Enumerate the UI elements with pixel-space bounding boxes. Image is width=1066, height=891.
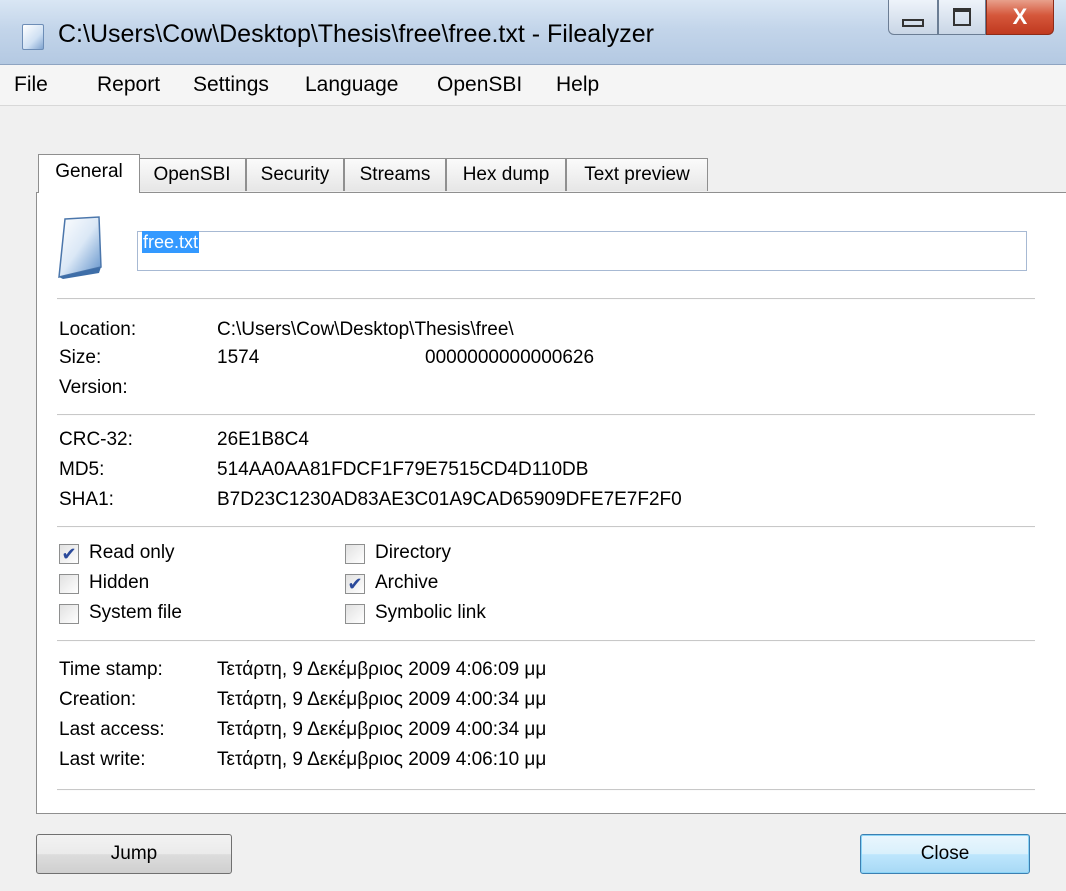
location-value: C:\Users\Cow\Desktop\Thesis\free\ [217, 319, 514, 340]
md5-value: 514AA0AA81FDCF1F79E7515CD4D110DB [217, 459, 589, 480]
jump-button[interactable]: Jump [36, 834, 232, 874]
title-bar: C:\Users\Cow\Desktop\Thesis\free\free.tx… [0, 0, 1066, 65]
close-button[interactable]: Close [860, 834, 1030, 874]
last-access-value: Τετάρτη, 9 Δεκέμβριος 2009 4:00:34 μμ [217, 719, 547, 740]
archive-checkbox[interactable]: ✔ [345, 574, 365, 594]
tab-streams[interactable]: Streams [344, 158, 446, 191]
last-write-label: Last write: [59, 749, 146, 770]
minimize-icon [902, 19, 924, 27]
tab-general[interactable]: General [38, 154, 140, 193]
minimize-button[interactable] [888, 0, 938, 35]
sha1-value: B7D23C1230AD83AE3C01A9CAD65909DFE7E7F2F0 [217, 489, 682, 510]
file-name-field[interactable]: free.txt [137, 231, 1027, 271]
menu-report[interactable]: Report [97, 73, 160, 97]
read-only-checkbox[interactable]: ✔ [59, 544, 79, 564]
maximize-button[interactable] [938, 0, 986, 35]
divider [57, 789, 1035, 791]
creation-value: Τετάρτη, 9 Δεκέμβριος 2009 4:00:34 μμ [217, 689, 547, 710]
symbolic-link-label: Symbolic link [375, 602, 486, 623]
directory-label: Directory [375, 542, 452, 563]
menu-opensbi[interactable]: OpenSBI [437, 73, 522, 97]
size-value: 1574 [217, 347, 260, 368]
directory-checkbox[interactable] [345, 544, 365, 564]
location-label: Location: [59, 319, 137, 340]
hidden-label: Hidden [89, 572, 150, 593]
hidden-checkbox[interactable] [59, 574, 79, 594]
menu-bar: File Report Settings Language OpenSBI He… [0, 65, 1066, 106]
divider [57, 298, 1035, 300]
app-icon [22, 24, 44, 50]
menu-file[interactable]: File [14, 73, 48, 97]
last-write-value: Τετάρτη, 9 Δεκέμβριος 2009 4:06:10 μμ [217, 749, 547, 770]
client-area: General OpenSBI Security Streams Hex dum… [0, 106, 1066, 891]
tab-text-preview[interactable]: Text preview [566, 158, 708, 191]
version-label: Version: [59, 377, 128, 398]
file-name-text: free.txt [142, 231, 200, 253]
divider [57, 414, 1035, 416]
divider [57, 526, 1035, 528]
creation-label: Creation: [59, 689, 137, 710]
size-hex-value: 0000000000000626 [425, 347, 595, 368]
sha1-label: SHA1: [59, 489, 114, 510]
crc32-label: CRC-32: [59, 429, 133, 450]
size-label: Size: [59, 347, 102, 368]
text-file-icon [58, 216, 102, 279]
maximize-icon [953, 8, 971, 26]
crc32-value: 26E1B8C4 [217, 429, 309, 450]
divider [57, 640, 1035, 642]
menu-language[interactable]: Language [305, 73, 398, 97]
system-file-label: System file [89, 602, 182, 623]
tab-opensbi[interactable]: OpenSBI [138, 158, 246, 191]
read-only-label: Read only [89, 542, 175, 563]
tab-hex-dump[interactable]: Hex dump [446, 158, 566, 191]
timestamp-value: Τετάρτη, 9 Δεκέμβριος 2009 4:06:09 μμ [217, 659, 547, 680]
menu-settings[interactable]: Settings [193, 73, 269, 97]
system-file-checkbox[interactable] [59, 604, 79, 624]
timestamp-label: Time stamp: [59, 659, 163, 680]
window-title: C:\Users\Cow\Desktop\Thesis\free\free.tx… [58, 20, 654, 48]
last-access-label: Last access: [59, 719, 165, 740]
symbolic-link-checkbox[interactable] [345, 604, 365, 624]
archive-label: Archive [375, 572, 439, 593]
general-panel: free.txt Location: C:\Users\Cow\Desktop\… [36, 192, 1066, 814]
md5-label: MD5: [59, 459, 105, 480]
tab-security[interactable]: Security [246, 158, 344, 191]
close-window-button[interactable]: X [986, 0, 1054, 35]
close-icon: X [1012, 4, 1028, 29]
menu-help[interactable]: Help [556, 73, 599, 97]
